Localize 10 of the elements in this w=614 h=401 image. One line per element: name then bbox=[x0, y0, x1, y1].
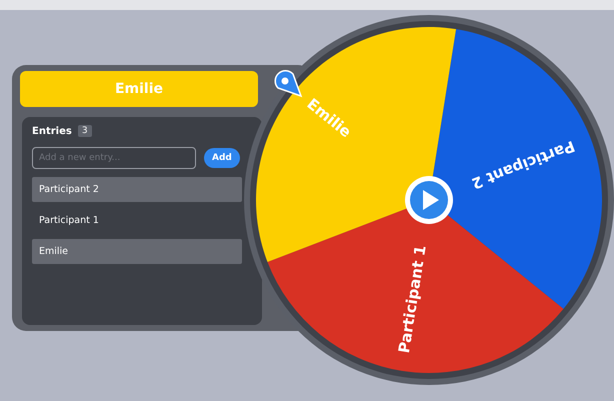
entries-count: 3 bbox=[78, 125, 92, 137]
entry-item[interactable]: Participant 2 bbox=[32, 177, 242, 202]
result-banner: Emilie bbox=[20, 71, 258, 107]
slice-label: Participant 1 bbox=[394, 244, 430, 354]
entries-title: Entries bbox=[32, 126, 72, 136]
play-button[interactable] bbox=[405, 176, 453, 224]
entry-item[interactable]: Participant 1 bbox=[32, 208, 242, 233]
add-button[interactable]: Add bbox=[204, 148, 240, 168]
pin-icon bbox=[274, 70, 302, 97]
entry-item[interactable]: Emilie bbox=[32, 239, 242, 264]
